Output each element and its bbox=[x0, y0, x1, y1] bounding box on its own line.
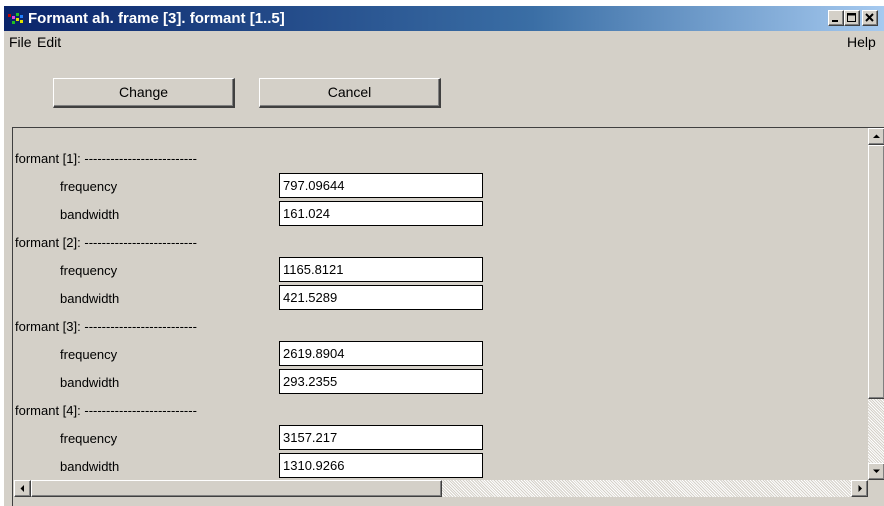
minimize-button[interactable] bbox=[828, 10, 844, 26]
formant-1-bandwidth-label: bandwidth bbox=[60, 207, 120, 222]
formant-4-header: formant [4]: -------------------------- bbox=[15, 403, 197, 418]
scroll-up-button[interactable] bbox=[868, 128, 884, 145]
change-button[interactable]: Change bbox=[53, 78, 235, 108]
formant-4-frequency-label: frequency bbox=[60, 431, 118, 446]
scroll-down-icon bbox=[873, 469, 880, 473]
cancel-button[interactable]: Cancel bbox=[259, 78, 441, 108]
horizontal-scrollbar[interactable] bbox=[14, 480, 868, 497]
formant-4-bandwidth-label: bandwidth bbox=[60, 459, 120, 474]
scroll-left-button[interactable] bbox=[14, 480, 31, 497]
maximize-icon bbox=[847, 13, 856, 22]
formant-2-bandwidth-label: bandwidth bbox=[60, 291, 120, 306]
formant-4-bandwidth-field[interactable]: 1310.9266 bbox=[279, 453, 483, 478]
formant-1-bandwidth-field[interactable]: 161.024 bbox=[279, 201, 483, 226]
close-button[interactable] bbox=[862, 10, 878, 26]
editor-window: Formant ah. frame [3]. formant [1..5] Fi… bbox=[4, 6, 884, 506]
scroll-down-button[interactable] bbox=[868, 463, 884, 480]
maximize-button[interactable] bbox=[844, 10, 860, 26]
minimize-icon bbox=[832, 20, 838, 22]
menu-bar: File Edit Help bbox=[4, 31, 884, 51]
formant-3-bandwidth-label: bandwidth bbox=[60, 375, 120, 390]
scroll-up-icon bbox=[873, 134, 880, 138]
formant-1-header: formant [1]: -------------------------- bbox=[15, 151, 197, 166]
formant-3-frequency-label: frequency bbox=[60, 347, 118, 362]
close-icon bbox=[865, 13, 874, 22]
menu-edit[interactable]: Edit bbox=[37, 34, 61, 50]
formant-1-frequency-label: frequency bbox=[60, 179, 118, 194]
formant-3-header: formant [3]: -------------------------- bbox=[15, 319, 197, 334]
menu-help[interactable]: Help bbox=[847, 34, 876, 50]
formant-1-frequency-field[interactable]: 797.09644 bbox=[279, 173, 483, 198]
formant-2-bandwidth-field[interactable]: 421.5289 bbox=[279, 285, 483, 310]
formant-3-frequency-field[interactable]: 2619.8904 bbox=[279, 341, 483, 366]
scroll-left-icon bbox=[20, 485, 24, 492]
horizontal-scroll-thumb[interactable] bbox=[31, 480, 442, 497]
formant-2-header: formant [2]: -------------------------- bbox=[15, 235, 197, 250]
title-bar[interactable]: Formant ah. frame [3]. formant [1..5] bbox=[4, 6, 884, 31]
scroll-corner bbox=[868, 480, 884, 497]
scroll-right-button[interactable] bbox=[851, 480, 868, 497]
formant-2-frequency-label: frequency bbox=[60, 263, 118, 278]
formant-panel: formant [1]: -------------------------- … bbox=[12, 127, 884, 506]
vertical-scrollbar[interactable] bbox=[868, 128, 884, 480]
scroll-right-icon bbox=[858, 485, 862, 492]
app-icon bbox=[8, 11, 24, 26]
formant-4-frequency-field[interactable]: 3157.217 bbox=[279, 425, 483, 450]
vertical-scroll-thumb[interactable] bbox=[868, 145, 884, 399]
formant-2-frequency-field[interactable]: 1165.8121 bbox=[279, 257, 483, 282]
formant-3-bandwidth-field[interactable]: 293.2355 bbox=[279, 369, 483, 394]
scroll-content: formant [1]: -------------------------- … bbox=[14, 128, 867, 480]
window-title: Formant ah. frame [3]. formant [1..5] bbox=[28, 10, 285, 27]
menu-file[interactable]: File bbox=[9, 34, 32, 50]
